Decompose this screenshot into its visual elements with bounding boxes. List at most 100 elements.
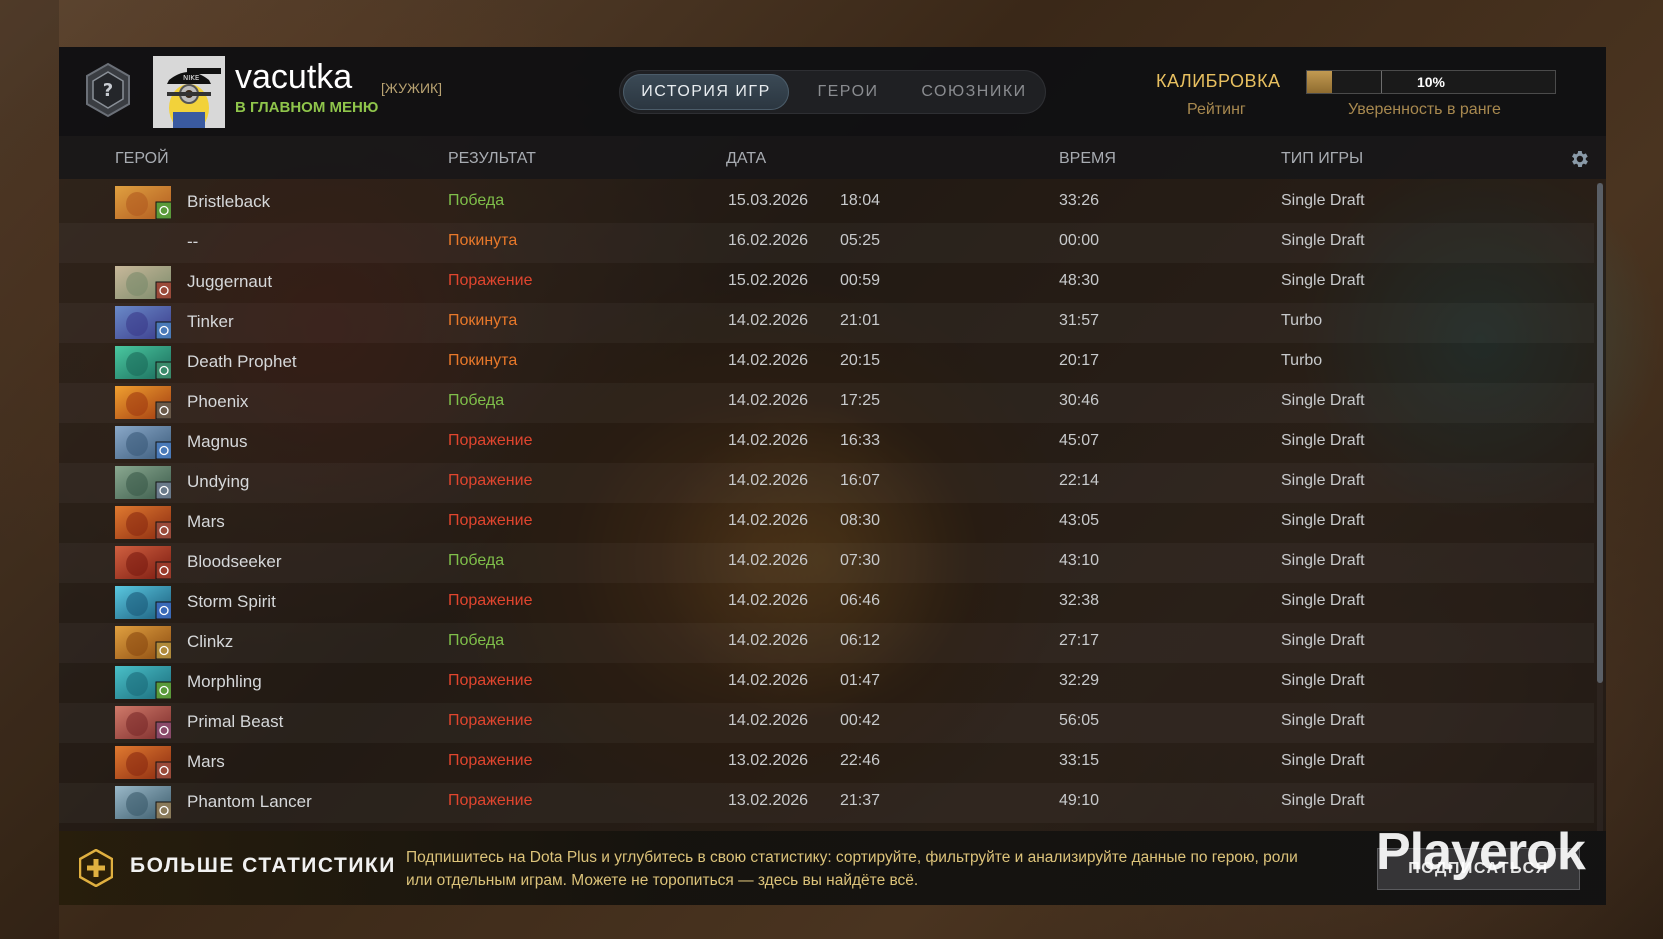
hero-name: Storm Spirit <box>187 592 276 611</box>
hero-portrait-icon <box>115 746 171 779</box>
avatar[interactable]: NIKE <box>153 56 225 128</box>
table-row[interactable]: Magnus Поражение 14.02.2026 16:33 45:07 Singl… <box>59 423 1594 463</box>
svg-text:NIKE: NIKE <box>183 74 199 82</box>
match-duration: 32:29 <box>1059 672 1100 689</box>
tab-allies[interactable]: СОЮЗНИКИ <box>907 74 1041 110</box>
game-mode: Single Draft <box>1281 232 1365 249</box>
table-row[interactable]: Bristleback Победа 15.03.2026 18:04 33:26 Sin… <box>59 183 1594 223</box>
table-row[interactable]: Clinkz Победа 14.02.2026 06:12 27:17 Single D… <box>59 623 1594 663</box>
table-row[interactable]: Phoenix Победа 14.02.2026 17:25 30:46 Single … <box>59 383 1594 423</box>
match-date: 14.02.2026 <box>728 312 809 329</box>
match-result: Поражение <box>448 512 533 529</box>
match-date: 14.02.2026 <box>728 552 809 569</box>
hero-name: Phantom Lancer <box>187 792 312 811</box>
match-time: 20:15 <box>840 352 881 369</box>
table-row[interactable]: Bloodseeker Победа 14.02.2026 07:30 43:10 Sin… <box>59 543 1594 583</box>
game-mode: Single Draft <box>1281 712 1365 729</box>
match-result: Покинута <box>448 312 518 329</box>
hero-name: Undying <box>187 472 250 491</box>
column-header-hero[interactable]: ГЕРОЙ <box>115 150 169 168</box>
gear-icon[interactable] <box>1568 148 1590 170</box>
match-date: 14.02.2026 <box>728 432 809 449</box>
match-date: 15.02.2026 <box>728 272 809 289</box>
more-stats-title: БОЛЬШЕ СТАТИСТИКИ <box>130 854 396 877</box>
rating-label: Рейтинг <box>1187 101 1246 118</box>
hero-name: Juggernaut <box>187 272 273 291</box>
match-time: 06:46 <box>840 592 881 609</box>
hero-portrait-icon <box>115 266 171 299</box>
match-list: Bristleback Победа 15.03.2026 18:04 33:26 Sin… <box>59 183 1606 831</box>
table-row[interactable]: Phantom Lancer Поражение 13.02.2026 21:37 49… <box>59 783 1594 823</box>
table-row[interactable]: Primal Beast Поражение 14.02.2026 00:42 56:0… <box>59 703 1594 743</box>
game-mode: Single Draft <box>1281 752 1365 769</box>
hero-portrait-icon <box>115 386 171 419</box>
match-time: 22:46 <box>840 752 881 769</box>
match-duration: 49:10 <box>1059 792 1100 809</box>
table-row[interactable]: Mars Поражение 13.02.2026 22:46 33:15 Single … <box>59 743 1594 783</box>
scrollbar[interactable] <box>1597 183 1603 831</box>
hero-name: Clinkz <box>187 632 234 651</box>
table-row[interactable]: -- Покинута 16.02.2026 05:25 00:00 Single Dra… <box>59 223 1594 263</box>
match-duration: 27:17 <box>1059 632 1100 649</box>
match-time: 21:01 <box>840 312 881 329</box>
match-result: Победа <box>448 632 505 649</box>
hero-portrait-icon <box>115 426 171 459</box>
match-duration: 00:00 <box>1059 232 1100 249</box>
match-date: 14.02.2026 <box>728 472 809 489</box>
table-row[interactable]: Mars Поражение 14.02.2026 08:30 43:05 Single … <box>59 503 1594 543</box>
match-time: 16:33 <box>840 432 881 449</box>
table-row[interactable]: Tinker Покинута 14.02.2026 21:01 31:57 Turbo <box>59 303 1594 343</box>
match-duration: 45:07 <box>1059 432 1100 449</box>
hero-portrait-icon <box>115 706 171 739</box>
match-time: 16:07 <box>840 472 881 489</box>
hero-portrait-icon <box>115 306 171 339</box>
table-row[interactable]: Morphling Поражение 14.02.2026 01:47 32:29 Si… <box>59 663 1594 703</box>
tab-match-history[interactable]: ИСТОРИЯ ИГР <box>623 74 789 110</box>
hero-name: Primal Beast <box>187 712 284 731</box>
table-row[interactable]: Undying Поражение 14.02.2026 16:07 22:14 Sing… <box>59 463 1594 503</box>
table-row[interactable]: Juggernaut Поражение 15.02.2026 00:59 48:30 S… <box>59 263 1594 303</box>
match-result: Победа <box>448 552 505 569</box>
match-result: Поражение <box>448 272 533 289</box>
match-result: Покинута <box>448 352 518 369</box>
rank-confidence-label: Уверенность в ранге <box>1348 101 1501 118</box>
uncalibrated-rank-icon: ? <box>86 62 130 118</box>
game-mode: Single Draft <box>1281 672 1365 689</box>
game-mode: Single Draft <box>1281 792 1365 809</box>
match-date: 14.02.2026 <box>728 352 809 369</box>
match-duration: 20:17 <box>1059 352 1100 369</box>
match-time: 00:42 <box>840 712 881 729</box>
match-result: Победа <box>448 192 505 209</box>
match-date: 14.02.2026 <box>728 672 809 689</box>
match-duration: 56:05 <box>1059 712 1100 729</box>
match-duration: 33:15 <box>1059 752 1100 769</box>
match-result: Поражение <box>448 472 533 489</box>
tab-heroes[interactable]: ГЕРОИ <box>793 74 903 110</box>
user-status: В ГЛАВНОМ МЕНЮ <box>235 99 379 116</box>
match-time: 21:37 <box>840 792 881 809</box>
match-result: Поражение <box>448 592 533 609</box>
match-time: 05:25 <box>840 232 881 249</box>
match-time: 01:47 <box>840 672 881 689</box>
game-mode: Single Draft <box>1281 552 1365 569</box>
scrollbar-thumb[interactable] <box>1597 183 1603 683</box>
rank-confidence-bar: 10% <box>1306 70 1556 94</box>
match-result: Победа <box>448 392 505 409</box>
game-mode: Single Draft <box>1281 272 1365 289</box>
column-header-result[interactable]: РЕЗУЛЬТАТ <box>448 150 536 168</box>
username: vacutka <box>235 58 353 96</box>
column-header-duration[interactable]: ВРЕМЯ <box>1059 150 1116 168</box>
hero-portrait-icon <box>115 586 171 619</box>
match-duration: 32:38 <box>1059 592 1100 609</box>
hero-portrait-icon <box>115 466 171 499</box>
table-row[interactable]: Death Prophet Покинута 14.02.2026 20:15 20:1… <box>59 343 1594 383</box>
rank-confidence-value: 10% <box>1416 74 1446 90</box>
match-date: 14.02.2026 <box>728 592 809 609</box>
hero-name: -- <box>187 232 199 251</box>
column-header-mode[interactable]: ТИП ИГРЫ <box>1281 150 1363 168</box>
match-duration: 33:26 <box>1059 192 1100 209</box>
table-row[interactable]: Storm Spirit Поражение 14.02.2026 06:46 32:3… <box>59 583 1594 623</box>
match-time: 18:04 <box>840 192 881 209</box>
match-duration: 48:30 <box>1059 272 1100 289</box>
column-header-date[interactable]: ДАТА <box>726 150 766 168</box>
